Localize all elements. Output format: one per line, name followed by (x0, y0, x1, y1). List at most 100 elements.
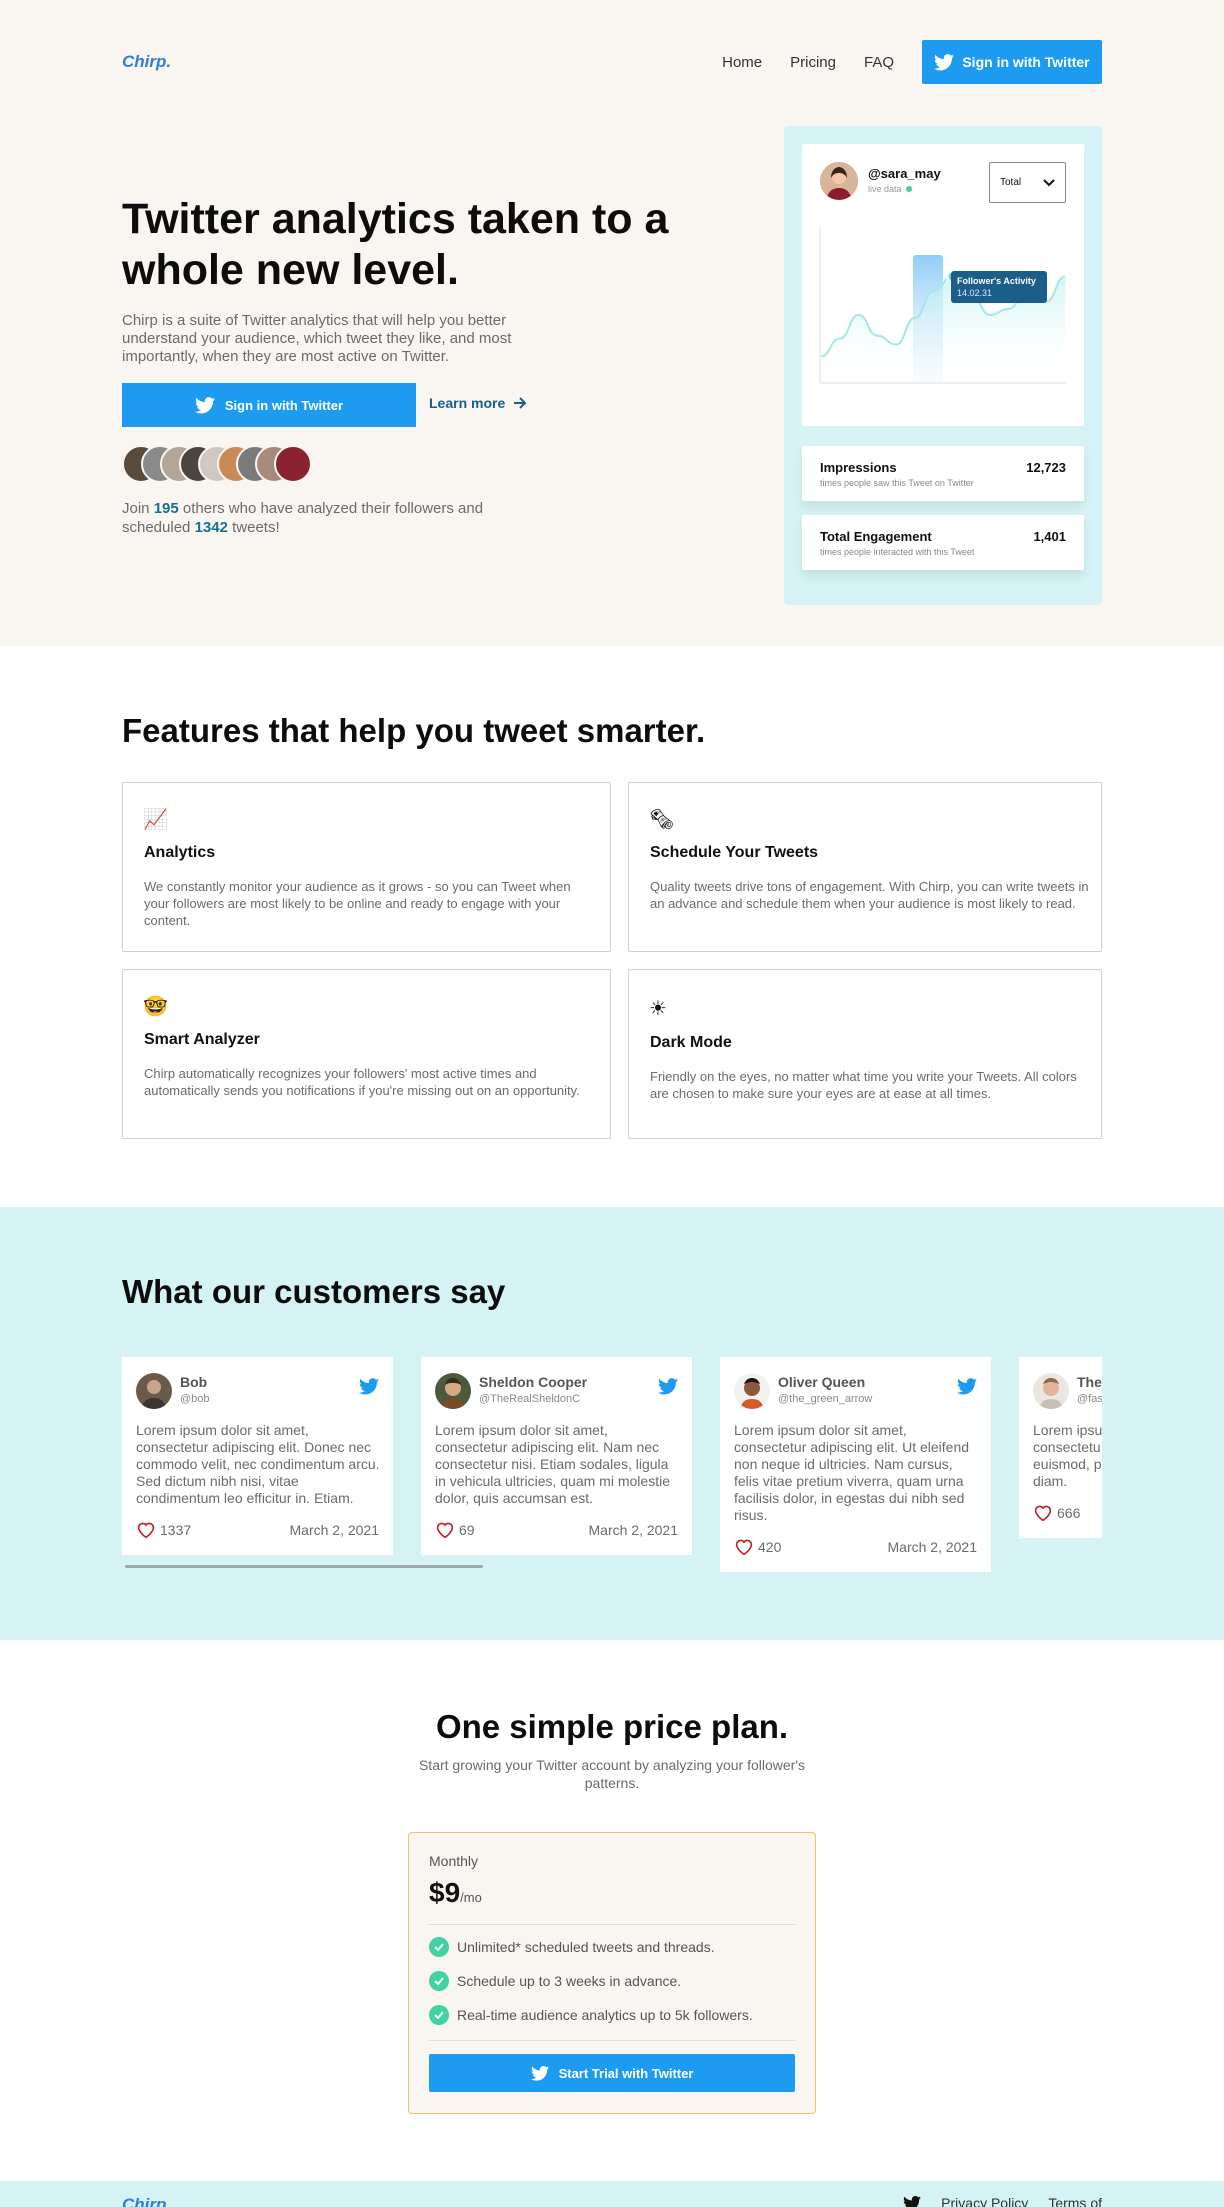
plan-feature: Schedule up to 3 weeks in advance. (429, 1971, 681, 1991)
footer: Chirp. Privacy Policy Terms of (0, 2181, 1224, 2207)
hero-signin-button[interactable]: Sign in with Twitter (122, 383, 416, 427)
range-select-value: Total (1000, 177, 1022, 188)
testimonial-date: March 2, 2021 (289, 1522, 380, 1538)
footer-link-privacy[interactable]: Privacy Policy (941, 2195, 1028, 2207)
feature-description: Chirp automatically recognizes your foll… (144, 1066, 580, 1098)
check-icon (429, 1937, 449, 1957)
sun-icon: ☀ (649, 998, 667, 1020)
tweets-count: 1342 (194, 519, 228, 536)
stat-name: Total Engagement (820, 529, 932, 544)
feature-name: Analytics (144, 844, 216, 861)
testimonial-footer: 1337 March 2, 2021 (136, 1521, 379, 1539)
like-count: 420 (758, 1539, 782, 1555)
engagement-stat: Total Engagement 1,401 times people inte… (802, 515, 1084, 570)
users-count: 195 (153, 500, 179, 517)
impressions-stat: Impressions 12,723 times people saw this… (802, 446, 1084, 501)
testimonials-carousel[interactable]: Bob @bob Lorem ipsum dolor sit amet, con… (122, 1357, 1102, 1597)
divider (429, 1924, 795, 1925)
like-button[interactable]: 1337 (136, 1521, 191, 1539)
feature-name: Smart Analyzer (144, 1031, 260, 1048)
twitter-bird-icon (934, 53, 955, 70)
twitter-bird-icon[interactable] (359, 1378, 379, 1395)
twitter-bird-icon[interactable] (903, 2195, 922, 2207)
live-status: live data (868, 184, 912, 194)
footer-logo[interactable]: Chirp. (122, 2195, 171, 2207)
testimonial-card: Bob @bob Lorem ipsum dolor sit amet, con… (122, 1357, 393, 1555)
feature-description: Quality tweets drive tons of engagement.… (650, 879, 1089, 911)
testimonials-section: What our customers say Bob @bob Lorem ip… (0, 1207, 1224, 1640)
pricing-title: One simple price plan. (435, 1708, 789, 1745)
nav-link-home[interactable]: Home (722, 54, 762, 71)
heart-icon (1034, 1505, 1052, 1522)
stat-value: 1,401 (1033, 529, 1066, 544)
tooltip-title: Follower's Activity (957, 276, 1036, 286)
learn-more-label: Learn more (429, 395, 506, 411)
nav-signin-label: Sign in with Twitter (962, 54, 1090, 70)
avatar (274, 445, 312, 483)
feature-card-smart-analyzer: 🤓 Smart Analyzer Chirp automatically rec… (122, 969, 611, 1139)
analytics-preview-panel: @sara_may live data Total Follower's Act… (784, 126, 1102, 605)
activity-tooltip: Follower's Activity 14.02.31 (951, 271, 1047, 303)
testimonial-handle: @the_green_arrow (778, 1393, 873, 1405)
profile-username: @sara_may (868, 166, 941, 181)
avatar (435, 1373, 471, 1409)
twitter-bird-icon[interactable] (658, 1378, 678, 1395)
avatar (1033, 1373, 1069, 1409)
pricing-card: Monthly $9/mo Unlimited* scheduled tweet… (408, 1832, 816, 2114)
start-trial-button[interactable]: Start Trial with Twitter (429, 2054, 795, 2092)
footer-link-terms[interactable]: Terms of (1048, 2195, 1102, 2207)
testimonial-footer: 420 March 2, 2021 (734, 1538, 977, 1556)
check-icon (429, 2005, 449, 2025)
nerd-face-icon: 🤓 (143, 996, 168, 1018)
footer-links: Privacy Policy Terms of (903, 2195, 1102, 2207)
like-button[interactable]: 420 (734, 1538, 781, 1556)
feature-card-schedule: 🗞 Schedule Your Tweets Quality tweets dr… (628, 782, 1102, 952)
logo[interactable]: Chirp. (122, 52, 171, 72)
like-count: 69 (459, 1522, 475, 1538)
nav-link-faq[interactable]: FAQ (864, 54, 894, 71)
testimonial-card: Oliver Queen @the_green_arrow Lorem ipsu… (720, 1357, 991, 1572)
carousel-scrollbar[interactable] (125, 1565, 483, 1568)
testimonial-text: Lorem ipsum dolor sit amet, consectetur … (734, 1422, 970, 1523)
stat-description: times people saw this Tweet on Twitter (820, 478, 974, 488)
testimonial-text: Lorem ipsum dolor sit amet, consectetur … (435, 1422, 670, 1506)
testimonial-date: March 2, 2021 (887, 1539, 978, 1555)
start-trial-label: Start Trial with Twitter (558, 2065, 694, 2081)
join-stats: Join 195 others who have analyzed their … (122, 500, 484, 536)
hero-signin-label: Sign in with Twitter (224, 397, 344, 413)
like-count: 1337 (160, 1522, 192, 1538)
testimonial-card: The @fas Lorem ipsu consectetu euismod, … (1019, 1357, 1102, 1538)
twitter-bird-icon (194, 396, 215, 413)
activity-chart: Follower's Activity 14.02.31 (819, 225, 1067, 384)
testimonial-name: The (1077, 1374, 1102, 1390)
feature-name: Dark Mode (650, 1034, 732, 1051)
plan-feature: Real-time audience analytics up to 5k fo… (429, 2005, 753, 2025)
like-button[interactable]: 666 (1033, 1504, 1080, 1522)
avatar (734, 1373, 770, 1409)
feature-description: Friendly on the eyes, no matter what tim… (650, 1069, 1077, 1101)
testimonial-name: Bob (180, 1374, 208, 1390)
learn-more-link[interactable]: Learn more (429, 395, 527, 411)
plan-feature: Unlimited* scheduled tweets and threads. (429, 1937, 715, 1957)
heart-icon (436, 1522, 454, 1539)
pricing-subtitle: Start growing your Twitter account by an… (418, 1757, 806, 1791)
twitter-bird-icon[interactable] (957, 1378, 977, 1395)
feature-name: Schedule Your Tweets (650, 844, 819, 861)
like-count: 666 (1057, 1505, 1081, 1521)
avatar (136, 1373, 172, 1409)
stat-value: 12,723 (1026, 460, 1066, 475)
nav-link-pricing[interactable]: Pricing (790, 54, 836, 71)
testimonial-text: Lorem ipsum dolor sit amet, consectetur … (136, 1422, 380, 1506)
check-icon (429, 1971, 449, 1991)
like-button[interactable]: 69 (435, 1521, 475, 1539)
feature-card-analytics: 📈 Analytics We constantly monitor your a… (122, 782, 611, 952)
features-title: Features that help you tweet smarter. (122, 712, 706, 749)
testimonial-text: Lorem ipsu consectetu euismod, p diam. (1033, 1422, 1102, 1489)
nav-signin-button[interactable]: Sign in with Twitter (922, 40, 1102, 84)
hero-title: Twitter analytics taken to a whole new l… (122, 195, 669, 294)
plan-name: Monthly (429, 1853, 479, 1869)
range-select[interactable]: Total (989, 162, 1066, 203)
plan-price: $9/mo (429, 1877, 482, 1908)
hero-description: Chirp is a suite of Twitter analytics th… (122, 312, 512, 365)
nav-links: Home Pricing FAQ Sign in with Twitter (722, 40, 1102, 84)
